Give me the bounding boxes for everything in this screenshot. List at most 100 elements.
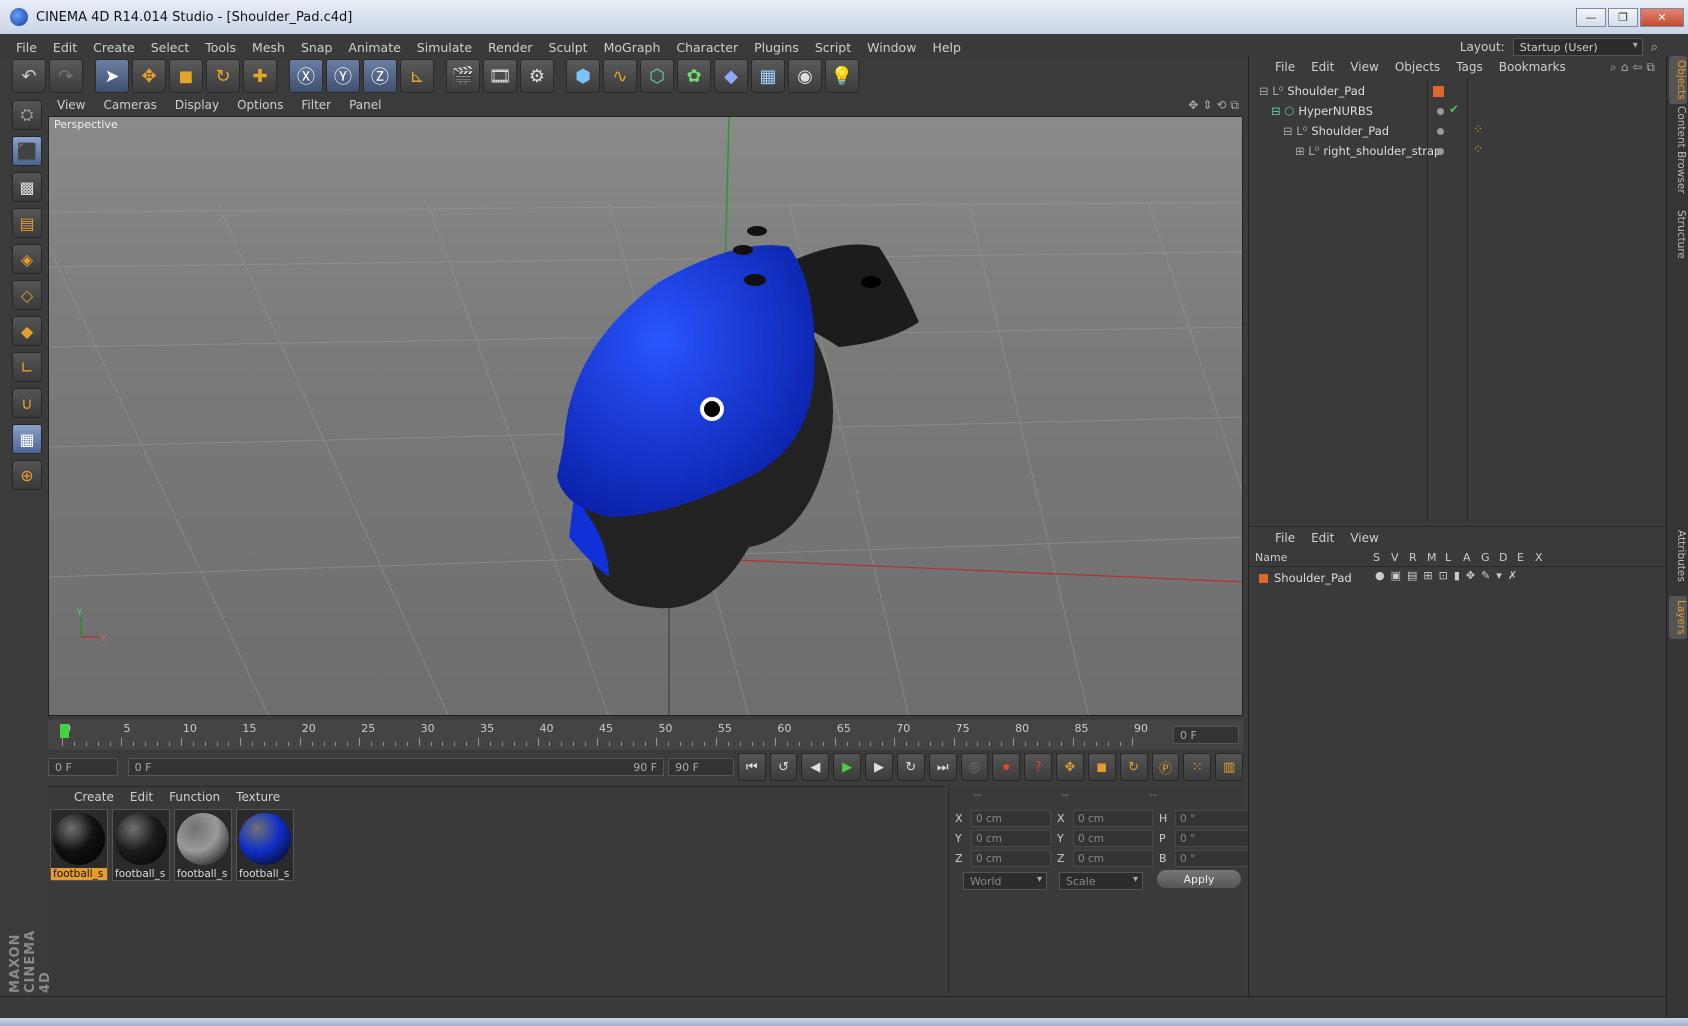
tree-item-hypernurbs[interactable]: ⊟ ⬡ HyperNURBS xyxy=(1271,102,1373,120)
menu-mograph[interactable]: MoGraph xyxy=(596,40,669,55)
light-icon[interactable]: 💡 xyxy=(825,59,859,93)
material-swatch[interactable]: football_s xyxy=(112,809,170,881)
world-dropdown[interactable]: World xyxy=(963,872,1047,890)
menu-plugins[interactable]: Plugins xyxy=(746,40,807,55)
menu-character[interactable]: Character xyxy=(668,40,746,55)
autokey-icon[interactable]: ⏺ xyxy=(992,753,1021,781)
tab-structure[interactable]: Structure xyxy=(1669,206,1687,263)
pos-z-field[interactable]: 0 cm xyxy=(971,850,1051,867)
rot-b-field[interactable]: 0 ° xyxy=(1175,850,1255,867)
maximize-button[interactable]: ❐ xyxy=(1608,8,1638,27)
layer-toggle-icons[interactable]: ●▣▤⊞⊡▮✥✎▾✗ xyxy=(1375,569,1523,582)
layer-menu-edit[interactable]: Edit xyxy=(1303,531,1342,545)
rotate-icon[interactable]: ↻ xyxy=(206,59,240,93)
add-icon[interactable]: ✚ xyxy=(243,59,277,93)
camera-icon[interactable]: ◉ xyxy=(788,59,822,93)
undo-icon[interactable]: ↶ xyxy=(12,59,46,93)
coord-system-icon[interactable]: ⊾ xyxy=(400,59,434,93)
object-menu-tags[interactable]: Tags xyxy=(1448,60,1491,74)
texture-mode-icon[interactable]: ▩ xyxy=(12,172,42,202)
menu-window[interactable]: Window xyxy=(859,40,924,55)
playhead[interactable] xyxy=(60,724,69,738)
points-mode-icon[interactable]: ◈ xyxy=(12,244,42,274)
x-axis-icon[interactable]: Ⓧ xyxy=(289,59,323,93)
timeline-ruler[interactable]: 051015202530354045505560657075808590 xyxy=(58,722,1168,748)
start-frame-field[interactable]: 0 F xyxy=(48,758,118,776)
search-icon[interactable]: ⌕ xyxy=(1651,40,1658,55)
scale-icon[interactable]: ◼ xyxy=(169,59,203,93)
tag-icon[interactable]: ⁘ xyxy=(1473,122,1483,136)
floor-icon[interactable]: ▦ xyxy=(751,59,785,93)
size-y-field[interactable]: 0 cm xyxy=(1073,830,1153,847)
z-axis-icon[interactable]: Ⓩ xyxy=(363,59,397,93)
render-settings-icon[interactable]: ⚙ xyxy=(520,59,554,93)
tree-item-right-shoulder-strap[interactable]: ⊞ L⁰ right_shoulder_strap xyxy=(1295,142,1441,160)
polygons-mode-icon[interactable]: ◆ xyxy=(12,316,42,346)
object-nav-icons[interactable]: ⌕⌂⇦⧉ xyxy=(1610,60,1659,75)
axis-mode-icon[interactable]: ∟ xyxy=(12,352,42,382)
timeline-window-icon[interactable]: ▥ xyxy=(1215,753,1244,781)
render-view-icon[interactable]: 🎬 xyxy=(446,59,480,93)
end-frame-field[interactable]: 90 F xyxy=(668,758,734,776)
redo-icon[interactable]: ↷ xyxy=(49,59,83,93)
move-icon[interactable]: ✥ xyxy=(132,59,166,93)
magnet-icon[interactable]: ∪ xyxy=(12,388,42,418)
tab-content-browser[interactable]: Content Browser xyxy=(1669,102,1687,198)
menu-render[interactable]: Render xyxy=(480,40,541,55)
y-axis-icon[interactable]: Ⓨ xyxy=(326,59,360,93)
key-rotation-icon[interactable]: ↻ xyxy=(1119,753,1148,781)
deformer-icon[interactable]: ◆ xyxy=(714,59,748,93)
keyframe-selection-icon[interactable]: ? xyxy=(1024,753,1053,781)
go-to-start-icon[interactable]: ⏮ xyxy=(737,753,766,781)
menu-create[interactable]: Create xyxy=(85,40,143,55)
material-menu-texture[interactable]: Texture xyxy=(228,790,288,804)
record-keys-icon[interactable]: ◎ xyxy=(960,753,989,781)
layer-row[interactable]: Shoulder_Pad xyxy=(1259,569,1352,587)
material-swatch[interactable]: football_s xyxy=(50,809,108,881)
render-picture-viewer-icon[interactable]: 🎞 xyxy=(483,59,517,93)
previous-frame-icon[interactable]: ◀ xyxy=(801,753,830,781)
tag-icon[interactable]: ⁘ xyxy=(1473,142,1483,156)
visibility-dot[interactable] xyxy=(1437,108,1444,115)
go-to-end-icon[interactable]: ⏭ xyxy=(928,753,957,781)
locked-workplane-icon[interactable]: ⊕ xyxy=(12,460,42,490)
size-z-field[interactable]: 0 cm xyxy=(1073,850,1153,867)
menu-script[interactable]: Script xyxy=(807,40,859,55)
apply-button[interactable]: Apply xyxy=(1157,870,1241,888)
layer-color-swatch[interactable] xyxy=(1433,86,1444,97)
material-swatch[interactable]: football_s xyxy=(236,809,294,881)
model-mode-icon[interactable]: ⬛ xyxy=(12,136,42,166)
tab-layers[interactable]: Layers xyxy=(1669,596,1687,639)
menu-tools[interactable]: Tools xyxy=(197,40,244,55)
menu-sculpt[interactable]: Sculpt xyxy=(541,40,596,55)
scale-dropdown[interactable]: Scale xyxy=(1059,872,1143,890)
material-menu-edit[interactable]: Edit xyxy=(122,790,161,804)
menu-mesh[interactable]: Mesh xyxy=(244,40,293,55)
spline-icon[interactable]: ∿ xyxy=(603,59,637,93)
layer-menu-file[interactable]: File xyxy=(1267,531,1303,545)
nurbs-icon[interactable]: ⬡ xyxy=(640,59,674,93)
viewport-menu-cameras[interactable]: Cameras xyxy=(94,98,165,112)
key-pla-icon[interactable]: ⁙ xyxy=(1183,753,1212,781)
object-menu-edit[interactable]: Edit xyxy=(1303,60,1342,74)
object-menu-bookmarks[interactable]: Bookmarks xyxy=(1491,60,1574,74)
minimize-button[interactable]: — xyxy=(1576,8,1606,27)
grid-snap-icon[interactable]: ▦ xyxy=(12,424,42,454)
next-frame-icon[interactable]: ▶ xyxy=(865,753,893,781)
next-key-icon[interactable]: ↻ xyxy=(896,753,925,781)
viewport-solo-icon[interactable]: ⛭ xyxy=(12,100,42,130)
viewport-menu-panel[interactable]: Panel xyxy=(340,98,390,112)
check-icon[interactable]: ✔ xyxy=(1449,102,1459,116)
object-menu-objects[interactable]: Objects xyxy=(1387,60,1448,74)
material-menu-create[interactable]: Create xyxy=(66,790,122,804)
timeline[interactable]: 051015202530354045505560657075808590 0 F xyxy=(48,720,1243,750)
layout-combo[interactable]: Startup (User) xyxy=(1512,38,1643,56)
workplane-icon[interactable]: ▤ xyxy=(12,208,42,238)
viewport-menu-filter[interactable]: Filter xyxy=(292,98,340,112)
viewport-menu-options[interactable]: Options xyxy=(228,98,292,112)
previous-key-icon[interactable]: ↺ xyxy=(769,753,798,781)
viewport-nav-icons[interactable]: ✥⇕⟲⧉ xyxy=(1188,98,1243,113)
viewport-menu-view[interactable]: View xyxy=(48,98,94,112)
object-menu-file[interactable]: File xyxy=(1267,60,1303,74)
menu-help[interactable]: Help xyxy=(924,40,969,55)
